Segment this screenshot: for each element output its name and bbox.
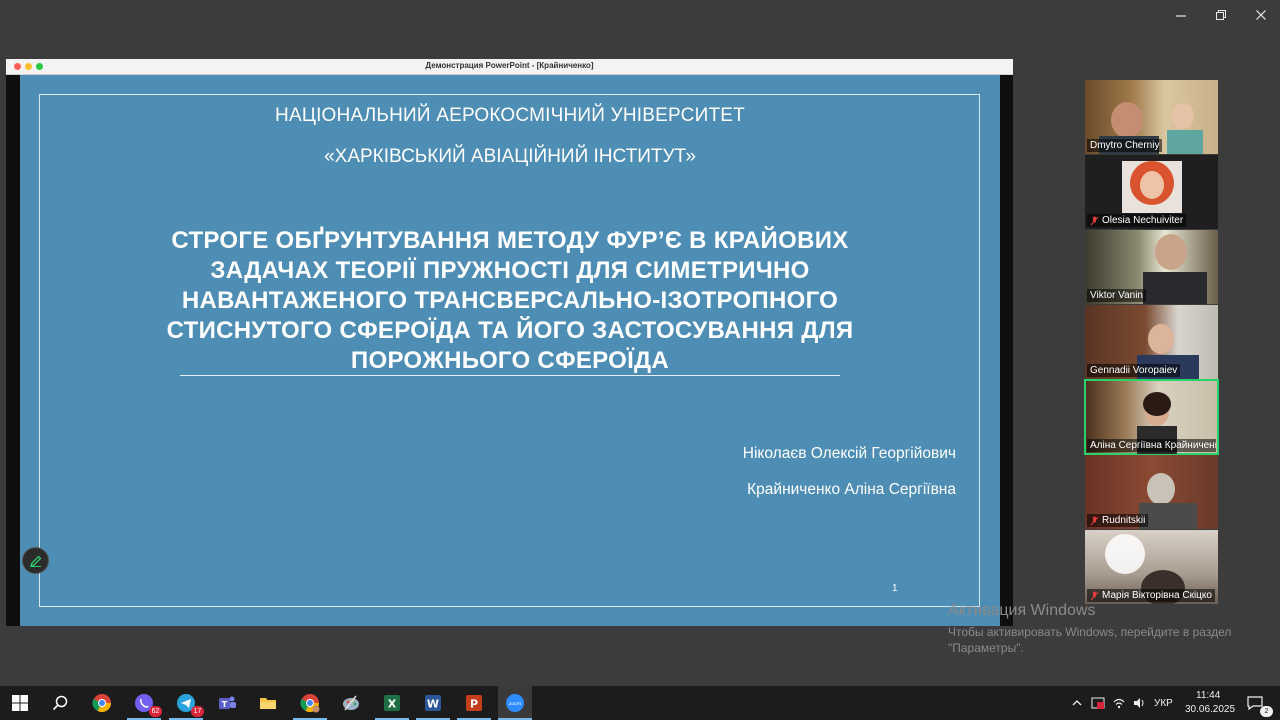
wifi-button[interactable]: [1111, 691, 1127, 715]
clock-date[interactable]: 30.06.2025: [1185, 704, 1235, 715]
svg-text:X: X: [388, 698, 397, 711]
search-icon: [52, 695, 68, 711]
mic-muted-icon: [1090, 591, 1099, 600]
slide-title-line: НАВАНТАЖЕНОГО ТРАНСВЕРСАЛЬНО-ІЗОТРОПНОГО: [181, 287, 839, 314]
activation-watermark-text: Чтобы активировать Windows, перейдите в …: [948, 625, 1232, 655]
slide-title-line: ЗАДАЧАХ ТЕОРІЇ ПРУЖНОСТІ ДЛЯ СИМЕТРИЧНО: [210, 257, 810, 284]
slide-title-line: СТИСНУТОГО СФЕРОЇДА ТА ЙОГО ЗАСТОСУВАННЯ…: [166, 317, 854, 344]
taskbar-paint-app[interactable]: [339, 691, 363, 715]
close-button[interactable]: [1254, 8, 1268, 22]
folder-icon: [260, 698, 276, 709]
participant-tile[interactable]: Gennadii Voropaiev: [1085, 305, 1218, 379]
shared-content-area: НАЦІОНАЛЬНИЙ АЕРОКОСМІЧНИЙ УНІВЕРСИТЕТ «…: [6, 75, 1013, 626]
tray-app-button[interactable]: [1090, 691, 1106, 715]
activation-watermark-title: Активация Windows: [948, 602, 1096, 619]
taskbar-viber[interactable]: 62: [132, 691, 162, 717]
windows-logo-icon: [12, 695, 28, 711]
title-underline: [180, 375, 840, 376]
minimize-button[interactable]: [1174, 8, 1188, 22]
wifi-icon: [1113, 698, 1125, 709]
taskbar-powerpoint[interactable]: P: [462, 691, 486, 715]
taskbar-zoom[interactable]: zoom: [498, 686, 532, 720]
slide-title-line: СТРОГЕ ОБҐРУНТУВАННЯ МЕТОДУ ФУР’Є В КРАЙ…: [171, 227, 849, 254]
annotate-pen-button[interactable]: [22, 547, 49, 574]
university-line-1: НАЦІОНАЛЬНИЙ АЕРОКОСМІЧНИЙ УНІВЕРСИТЕТ: [275, 105, 745, 126]
taskbar-chrome[interactable]: [90, 691, 114, 715]
slide-page-number: 1: [892, 583, 898, 594]
teams-icon: T: [219, 696, 236, 709]
tray-app-icon: [1091, 697, 1105, 709]
participant-name: Gennadii Voropaiev: [1087, 364, 1181, 377]
shared-screen-window: Демонстрация PowerPoint - [Крайниченко] …: [6, 59, 1013, 626]
shared-window-titlebar: Демонстрация PowerPoint - [Крайниченко]: [6, 59, 1013, 75]
participant-name: Olesia Nechuiviter: [1087, 214, 1187, 227]
viber-badge: 62: [149, 706, 162, 717]
participant-name: Аліна Сергіївна Крайниченко: [1087, 439, 1216, 452]
zoom-icon: zoom: [506, 694, 524, 712]
taskbar-teams[interactable]: T: [215, 691, 239, 715]
notification-count: 2: [1260, 706, 1273, 717]
taskbar: 62 17 T X W P zoom УКР 11:44 30.06.2025 …: [0, 686, 1280, 720]
taskbar-word[interactable]: W: [421, 691, 445, 715]
slide-title: СТРОГЕ ОБҐРУНТУВАННЯ МЕТОДУ ФУР’Є В КРАЙ…: [115, 226, 905, 376]
participant-tile[interactable]: Olesia Nechuiviter: [1085, 155, 1218, 229]
participant-tile[interactable]: Rudnitskii: [1085, 455, 1218, 529]
svg-text:P: P: [470, 698, 478, 711]
speaker-icon: [1134, 698, 1144, 708]
author-2: Крайниченко Аліна Сергіївна: [747, 481, 956, 498]
minimize-icon: [1176, 15, 1186, 17]
palette-icon: [343, 695, 359, 711]
telegram-badge: 17: [191, 706, 204, 717]
restore-button[interactable]: [1214, 8, 1228, 22]
slide-title-line: ПОРОЖНЬОГО СФЕРОЇДА: [350, 347, 670, 374]
chrome-icon: [300, 694, 320, 713]
svg-text:T: T: [222, 700, 228, 709]
excel-icon: X: [384, 695, 400, 711]
powerpoint-icon: P: [466, 695, 482, 711]
participant-name: Марія Вікторівна Скіцко: [1087, 589, 1215, 602]
taskbar-excel[interactable]: X: [380, 691, 404, 715]
taskbar-telegram[interactable]: 17: [174, 691, 204, 717]
search-button[interactable]: [48, 691, 72, 715]
pencil-icon: [29, 555, 41, 567]
close-icon: [1256, 10, 1266, 20]
taskbar-chrome-profile[interactable]: [298, 691, 322, 715]
participant-name: Dmytro Cherniy: [1087, 139, 1163, 152]
taskbar-file-explorer[interactable]: [256, 691, 280, 715]
tray-overflow-button[interactable]: [1070, 691, 1084, 715]
svg-text:W: W: [427, 698, 439, 711]
author-1: Ніколаєв Олексій Георгійович: [742, 445, 956, 462]
participant-tile[interactable]: Dmytro Cherniy: [1085, 80, 1218, 154]
chevron-up-icon: [1072, 700, 1082, 706]
participant-name: Viktor Vanin: [1087, 289, 1146, 302]
participant-tile-active-speaker[interactable]: Аліна Сергіївна Крайниченко: [1084, 379, 1219, 455]
shared-window-title: Демонстрация PowerPoint - [Крайниченко]: [425, 61, 594, 70]
window-controls: [1174, 8, 1268, 22]
mic-muted-icon: [1090, 216, 1099, 225]
chrome-icon: [92, 694, 111, 713]
restore-icon: [1216, 10, 1226, 20]
university-line-2: «ХАРКІВСЬКИЙ АВІАЦІЙНИЙ ІНСТИТУТ»: [324, 146, 696, 167]
presentation-slide: НАЦІОНАЛЬНИЙ АЕРОКОСМІЧНИЙ УНІВЕРСИТЕТ «…: [20, 75, 1000, 626]
participant-tile[interactable]: Viktor Vanin: [1085, 230, 1218, 304]
participant-name: Rudnitskii: [1087, 514, 1149, 527]
language-indicator[interactable]: УКР: [1154, 698, 1173, 709]
notifications-button[interactable]: 2: [1243, 691, 1273, 717]
svg-text:zoom: zoom: [509, 702, 521, 707]
participant-tile[interactable]: Марія Вікторівна Скіцко: [1085, 530, 1218, 604]
volume-button[interactable]: [1131, 691, 1147, 715]
word-icon: W: [425, 695, 441, 711]
mic-muted-icon: [1090, 516, 1099, 525]
start-button[interactable]: [8, 691, 32, 715]
clock-time[interactable]: 11:44: [1196, 690, 1220, 701]
